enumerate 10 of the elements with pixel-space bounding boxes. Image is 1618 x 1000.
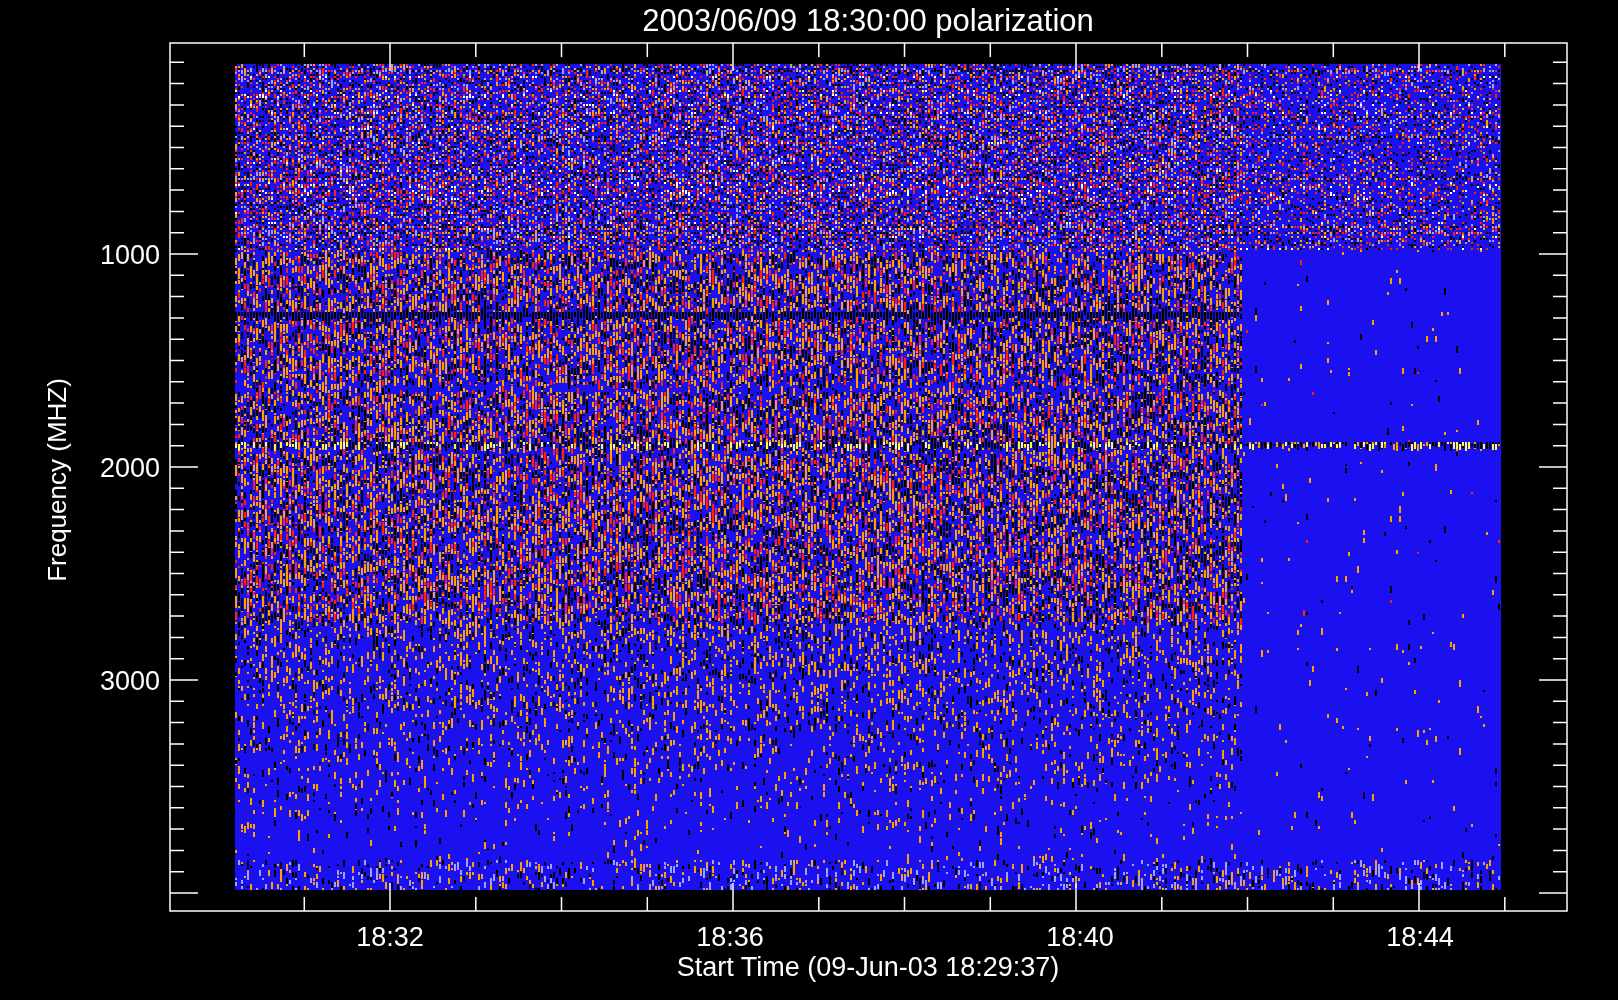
plot-title: 2003/06/09 18:30:00 polarization <box>642 3 1094 38</box>
x-axis-label: Start Time (09-Jun-03 18:29:37) <box>676 952 1060 982</box>
x-tick-label: 18:36 <box>696 922 764 952</box>
y-tick-label: 1000 <box>99 240 160 270</box>
y-axis-label: Frequency (MHZ) <box>42 378 72 582</box>
y-tick-label: 2000 <box>99 453 160 483</box>
x-tick-label: 18:32 <box>356 922 424 952</box>
x-tick-label: 18:44 <box>1386 922 1454 952</box>
y-tick-label: 3000 <box>99 666 160 696</box>
x-tick-label: 18:40 <box>1046 922 1114 952</box>
